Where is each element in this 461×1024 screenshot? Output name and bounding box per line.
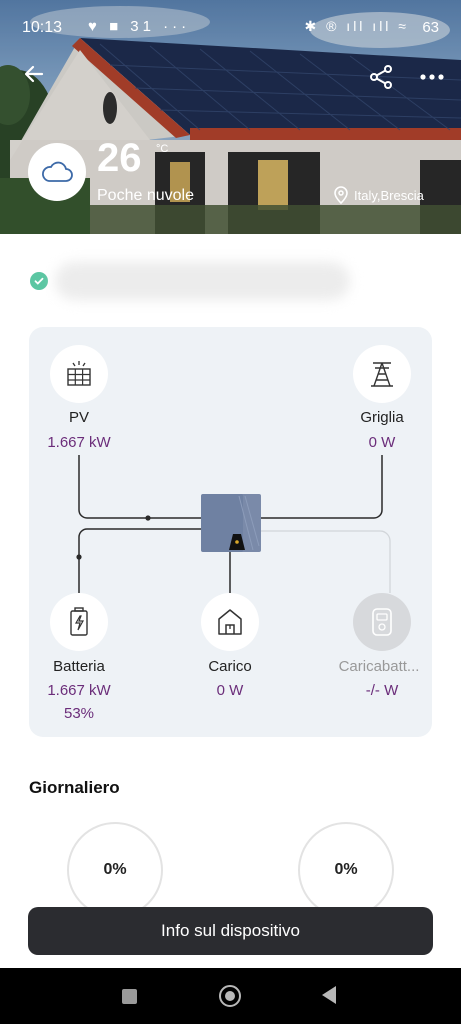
ev-charger-value: -/- W bbox=[365, 682, 399, 699]
pv-node[interactable] bbox=[50, 345, 108, 403]
self-consumption-value: 0% bbox=[103, 861, 127, 878]
power-tower-icon bbox=[371, 362, 393, 387]
temperature-unit: °C bbox=[156, 143, 169, 155]
self-sufficiency-value: 0% bbox=[334, 861, 358, 878]
inverter-device[interactable] bbox=[201, 494, 261, 552]
load-value: 0 W bbox=[216, 682, 244, 699]
more-options-icon[interactable] bbox=[418, 64, 446, 90]
recents-button[interactable] bbox=[122, 989, 137, 1004]
notification-icons: ♥ ■ 31 ··· bbox=[88, 18, 191, 35]
device-info-button[interactable]: Info sul dispositivo bbox=[28, 907, 433, 955]
battery-percent: 53% bbox=[63, 705, 95, 722]
pv-label: PV bbox=[68, 409, 89, 426]
home-button[interactable] bbox=[219, 985, 241, 1007]
system-navigation-bar bbox=[0, 968, 461, 1024]
battery-status: 63 bbox=[422, 19, 439, 36]
battery-node[interactable] bbox=[50, 593, 108, 651]
battery-icon bbox=[70, 607, 88, 636]
house-icon bbox=[218, 609, 242, 635]
share-icon[interactable] bbox=[368, 64, 394, 90]
ev-charger-icon bbox=[372, 608, 392, 636]
battery-label: Batteria bbox=[53, 658, 105, 675]
grid-value: 0 W bbox=[368, 434, 396, 451]
self-sufficiency-ring: 0% bbox=[298, 822, 394, 918]
weather-badge bbox=[28, 143, 86, 201]
cloud-icon bbox=[42, 161, 73, 182]
ev-charger-node[interactable] bbox=[353, 593, 411, 651]
back-arrow-icon[interactable] bbox=[22, 62, 48, 88]
location-pin-icon bbox=[334, 186, 348, 204]
energy-flow-card: PV 1.667 kW Griglia 0 W Batteria 1.667 k… bbox=[29, 327, 432, 737]
back-button[interactable] bbox=[322, 986, 336, 1004]
grid-node[interactable] bbox=[353, 345, 411, 403]
load-label: Carico bbox=[208, 658, 252, 675]
connectivity-icons: ✱ ® ıll ıll ≈ bbox=[304, 18, 409, 34]
weather-condition: Poche nuvole bbox=[97, 187, 194, 204]
battery-level: 63 bbox=[422, 19, 439, 36]
device-name-redacted bbox=[55, 262, 350, 300]
inverter-icon bbox=[229, 495, 260, 551]
status-time: 10:13 bbox=[22, 19, 63, 36]
load-node[interactable] bbox=[201, 593, 259, 651]
location: Italy,Brescia bbox=[334, 186, 424, 204]
self-consumption-ring: 0% bbox=[67, 822, 163, 918]
ev-charger-label: Caricabatt... bbox=[338, 658, 420, 675]
grid-label: Griglia bbox=[360, 409, 404, 426]
system-status-bar: 10:13 ♥ ■ 31 ··· ✱ ® ıll ıll ≈ 63 bbox=[0, 0, 461, 58]
pv-value: 1.667 kW bbox=[47, 434, 111, 451]
temperature-value: 26 bbox=[97, 136, 142, 180]
hero-banner: 10:13 ♥ ■ 31 ··· ✱ ® ıll ıll ≈ 63 26 °C … bbox=[0, 0, 461, 234]
battery-value: 1.667 kW bbox=[47, 682, 111, 699]
solar-panel-icon bbox=[67, 361, 91, 386]
daily-section-title: Giornaliero bbox=[29, 778, 120, 797]
location-text: Italy,Brescia bbox=[354, 187, 424, 203]
online-check-icon bbox=[30, 272, 48, 290]
